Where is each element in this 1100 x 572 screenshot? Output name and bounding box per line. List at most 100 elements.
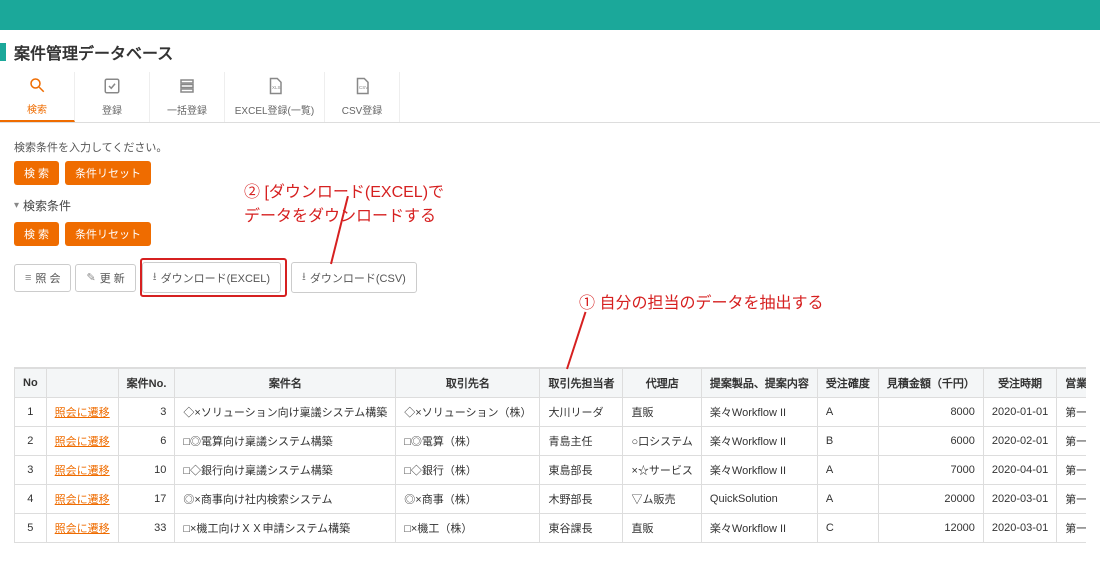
- highlight-annotation-box: ⭳ ダウンロード(EXCEL): [140, 258, 287, 297]
- cell: 楽々Workflow II: [701, 514, 817, 543]
- search-note: 検索条件を入力してください。: [14, 139, 1086, 155]
- col-header[interactable]: [46, 369, 118, 398]
- top-header-bar: [0, 0, 1100, 30]
- cell: 10: [118, 456, 175, 485]
- search-btn-row-2: 検 索 条件リセット: [14, 222, 1086, 246]
- cell: 33: [118, 514, 175, 543]
- cell: 2020-04-01: [983, 456, 1056, 485]
- col-header[interactable]: 見積金額（千円）: [878, 369, 983, 398]
- table-head: No 案件No.案件名取引先名取引先担当者代理店提案製品、提案内容受注確度見積金額…: [15, 369, 1087, 398]
- cell: ○口システム: [623, 427, 701, 456]
- cell: 6000: [878, 427, 983, 456]
- annotation-1: ① 自分の担当のデータを抽出する: [579, 289, 823, 313]
- cell: 楽々Workflow II: [701, 398, 817, 427]
- cell: 大川リーダ: [540, 398, 623, 427]
- tab-excel-register[interactable]: XLS EXCEL登録(一覧): [225, 72, 325, 122]
- cell: □◎電算（株）: [396, 427, 540, 456]
- col-header[interactable]: 受注時期: [983, 369, 1056, 398]
- cell: 12000: [878, 514, 983, 543]
- download-icon: ⭳: [153, 268, 157, 287]
- detail-link-cell[interactable]: 照会に遷移: [46, 456, 118, 485]
- cell: □×機工（株）: [396, 514, 540, 543]
- col-header[interactable]: 代理店: [623, 369, 701, 398]
- download-excel-button[interactable]: ⭳ ダウンロード(EXCEL): [142, 262, 281, 293]
- detail-link[interactable]: 照会に遷移: [55, 465, 110, 477]
- cell: 第一営業: [1057, 456, 1086, 485]
- results-table: No 案件No.案件名取引先名取引先担当者代理店提案製品、提案内容受注確度見積金額…: [14, 368, 1086, 543]
- cell: B: [817, 427, 878, 456]
- detail-link[interactable]: 照会に遷移: [55, 523, 110, 535]
- annotation-line-1: [566, 312, 586, 370]
- stack-icon: [178, 77, 196, 100]
- tab-register[interactable]: 登録: [75, 72, 150, 122]
- page-title: 案件管理データベース: [14, 40, 173, 64]
- detail-link[interactable]: 照会に遷移: [55, 436, 110, 448]
- cell: ×☆サービス: [623, 456, 701, 485]
- criteria-expander[interactable]: ▾ 検索条件: [14, 197, 1086, 214]
- tab-bulk-register[interactable]: 一括登録: [150, 72, 225, 122]
- content-area: 検索条件を入力してください。 検 索 条件リセット ▾ 検索条件 検 索 条件リ…: [0, 133, 1100, 549]
- dl-excel-label: ダウンロード(EXCEL): [161, 270, 270, 286]
- reset-button[interactable]: 条件リセット: [65, 161, 151, 185]
- col-header[interactable]: 取引先名: [396, 369, 540, 398]
- show-button[interactable]: ≡ 照 会: [14, 264, 71, 292]
- annotation-2: ② [ダウンロード(EXCEL)で データをダウンロードする: [244, 178, 444, 226]
- list-icon: ≡: [25, 272, 31, 284]
- cell: 7000: [878, 456, 983, 485]
- search-button[interactable]: 検 索: [14, 161, 59, 185]
- cell: 第一営業: [1057, 398, 1086, 427]
- col-header[interactable]: 受注確度: [817, 369, 878, 398]
- detail-link-cell[interactable]: 照会に遷移: [46, 485, 118, 514]
- table-row: 2照会に遷移6□◎電算向け稟議システム構築□◎電算（株）青島主任○口システム楽々…: [15, 427, 1087, 456]
- page-title-row: 案件管理データベース: [0, 30, 1100, 72]
- xls-icon: XLS: [266, 77, 284, 100]
- reset-button-2[interactable]: 条件リセット: [65, 222, 151, 246]
- cell: C: [817, 514, 878, 543]
- cell: 第一営業: [1057, 427, 1086, 456]
- table-body: 1照会に遷移3◇×ソリューション向け稟議システム構築◇×ソリューション（株）大川…: [15, 398, 1087, 543]
- tab-label: EXCEL登録(一覧): [235, 102, 314, 117]
- cell: 17: [118, 485, 175, 514]
- expander-label: 検索条件: [23, 197, 71, 214]
- detail-link-cell[interactable]: 照会に遷移: [46, 514, 118, 543]
- col-header[interactable]: No: [15, 369, 47, 398]
- col-header[interactable]: 営業担当部署: [1057, 369, 1086, 398]
- tab-label: CSV登録: [342, 102, 383, 117]
- cell: 楽々Workflow II: [701, 456, 817, 485]
- cell: 3: [118, 398, 175, 427]
- cell: 2020-03-01: [983, 514, 1056, 543]
- download-csv-button[interactable]: ⭳ ダウンロード(CSV): [291, 262, 417, 293]
- search-icon: [28, 76, 46, 99]
- search-button-2[interactable]: 検 索: [14, 222, 59, 246]
- update-button[interactable]: ✎ 更 新: [75, 264, 135, 292]
- detail-link-cell[interactable]: 照会に遷移: [46, 427, 118, 456]
- update-label: 更 新: [100, 270, 125, 286]
- cell: A: [817, 456, 878, 485]
- cell: □◇銀行向け稟議システム構築: [175, 456, 396, 485]
- detail-link[interactable]: 照会に遷移: [55, 494, 110, 506]
- detail-link[interactable]: 照会に遷移: [55, 407, 110, 419]
- col-header[interactable]: 案件名: [175, 369, 396, 398]
- cell: A: [817, 485, 878, 514]
- annotation-layer: ① 自分の担当のデータを抽出する: [14, 297, 1086, 367]
- col-header[interactable]: 提案製品、提案内容: [701, 369, 817, 398]
- col-header[interactable]: 取引先担当者: [540, 369, 623, 398]
- cell: 2020-03-01: [983, 485, 1056, 514]
- cell: ◎×商事向け社内検索システム: [175, 485, 396, 514]
- cell: 6: [118, 427, 175, 456]
- cell: 2: [15, 427, 47, 456]
- cell: 2020-02-01: [983, 427, 1056, 456]
- cell: 5: [15, 514, 47, 543]
- tab-search[interactable]: 検索: [0, 72, 75, 122]
- cell: ◇×ソリューション（株）: [396, 398, 540, 427]
- detail-link-cell[interactable]: 照会に遷移: [46, 398, 118, 427]
- cell: 4: [15, 485, 47, 514]
- tab-csv-register[interactable]: CSV CSV登録: [325, 72, 400, 122]
- cell: 東島部長: [540, 456, 623, 485]
- cell: 直販: [623, 514, 701, 543]
- cell: 第一営業: [1057, 514, 1086, 543]
- cell: 青島主任: [540, 427, 623, 456]
- col-header[interactable]: 案件No.: [118, 369, 175, 398]
- table-row: 5照会に遷移33□×機工向けＸＸ申請システム構築□×機工（株）東谷課長直販楽々W…: [15, 514, 1087, 543]
- results-table-wrap[interactable]: No 案件No.案件名取引先名取引先担当者代理店提案製品、提案内容受注確度見積金額…: [14, 367, 1086, 543]
